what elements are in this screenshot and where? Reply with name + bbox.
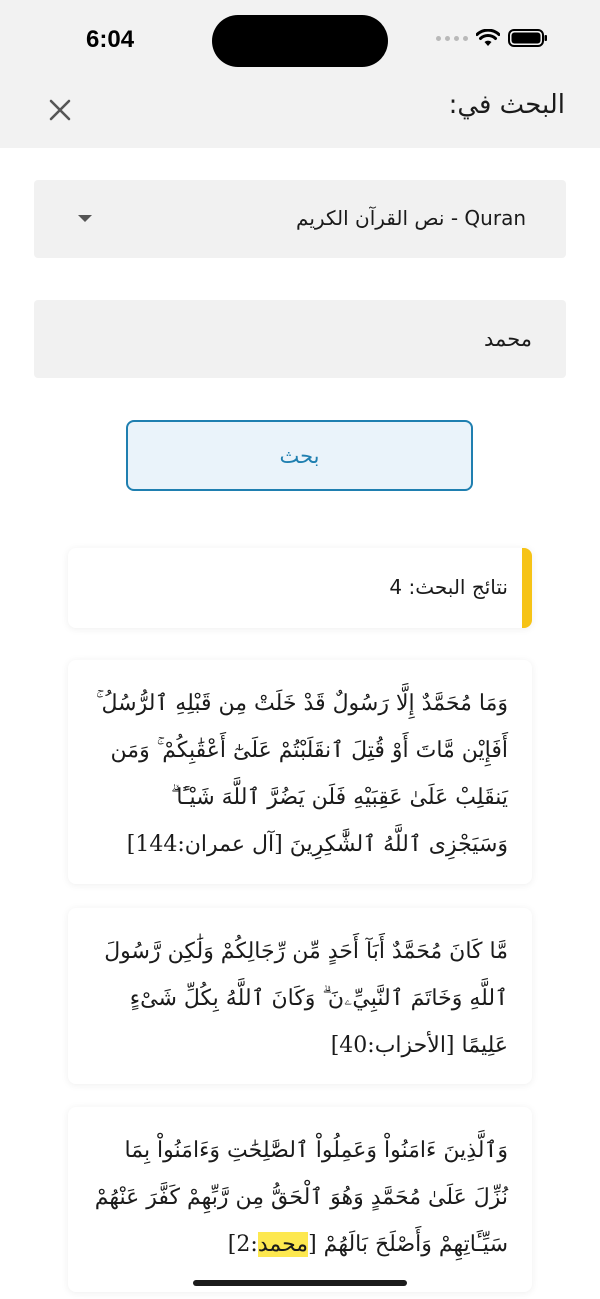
result-card[interactable]: مَّا كَانَ مُحَمَّدٌ أَبَآ أَحَدٍ مِّن ر…: [68, 908, 532, 1084]
close-icon: [49, 99, 71, 121]
wifi-icon: [476, 29, 500, 46]
header: البحث في:: [0, 82, 600, 148]
battery-icon: [508, 29, 547, 47]
status-icons: [436, 28, 548, 48]
source-dropdown[interactable]: Quran - نص القرآن الكريم: [34, 180, 566, 258]
highlighted-match: محمد: [257, 1232, 309, 1257]
search-screen: 6:04 البحث في: Quran - نص القرآن الكريم …: [0, 0, 600, 1299]
result-text: مَّا كَانَ مُحَمَّدٌ أَبَآ أَحَدٍ مِّن ر…: [92, 928, 508, 1069]
page-title: البحث في:: [448, 90, 565, 120]
verse-reference: [الأحزاب:40]: [330, 1033, 455, 1058]
dropdown-selected-value: Quran - نص القرآن الكريم: [296, 206, 526, 230]
result-card[interactable]: وَٱلَّذِينَ ءَامَنُواْ وَعَمِلُواْ ٱلصَّ…: [68, 1107, 532, 1292]
status-time: 6:04: [86, 26, 135, 53]
results-accent-bar: [522, 548, 532, 628]
search-input[interactable]: [34, 300, 566, 378]
signal-icon: [436, 35, 468, 41]
result-text: وَٱلَّذِينَ ءَامَنُواْ وَعَمِلُواْ ٱلصَّ…: [92, 1127, 508, 1268]
results-count: نتائج البحث: 4: [389, 575, 508, 599]
verse-reference: [آل عمران:144]: [126, 832, 283, 857]
home-indicator: [193, 1280, 407, 1286]
close-button[interactable]: [40, 90, 80, 130]
results-count-card: نتائج البحث: 4: [68, 548, 532, 628]
result-card[interactable]: وَمَا مُحَمَّدٌ إِلَّا رَسُولٌ قَدْ خَلَ…: [68, 660, 532, 884]
dynamic-island: [212, 15, 388, 67]
caret-down-icon: [78, 215, 92, 222]
search-button[interactable]: بحث: [126, 420, 473, 491]
verse-reference: [محمد:2]: [227, 1232, 317, 1257]
status-bar: 6:04: [0, 0, 600, 82]
result-text: وَمَا مُحَمَّدٌ إِلَّا رَسُولٌ قَدْ خَلَ…: [92, 680, 508, 868]
